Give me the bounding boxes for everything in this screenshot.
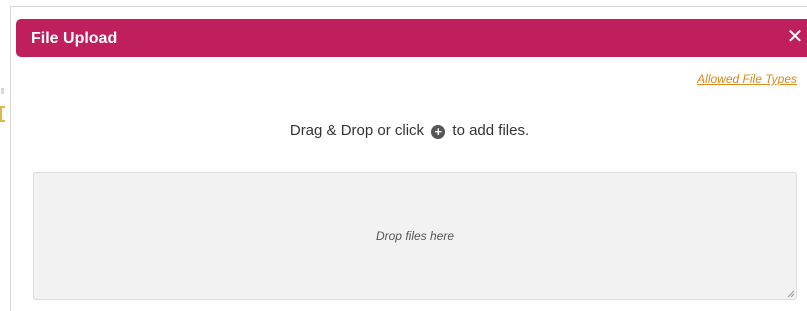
drop-zone-label: Drop files here — [375, 229, 455, 243]
resize-grip-icon[interactable] — [785, 288, 795, 298]
plus-circle-icon[interactable]: + — [431, 125, 446, 139]
background-fragment — [0, 88, 6, 128]
allowed-file-types-link[interactable]: Allowed File Types — [697, 72, 797, 86]
background-mark — [1, 88, 4, 94]
close-icon[interactable]: ✕ — [782, 19, 807, 57]
background-bracket — [0, 106, 5, 122]
dialog-titlebar[interactable]: File Upload ✕ — [16, 19, 807, 57]
page: File Upload ✕ Allowed File Types Drag & … — [0, 0, 807, 311]
file-upload-dialog: File Upload ✕ Allowed File Types Drag & … — [10, 6, 807, 311]
dialog-title: File Upload — [31, 30, 118, 47]
instruction-text-end: to add files. — [452, 122, 530, 139]
instruction-text-start: Drag & Drop or click — [289, 122, 425, 139]
upload-instruction: Drag & Drop or click + to add files. — [11, 122, 807, 139]
drop-zone[interactable]: Drop files here — [33, 172, 797, 300]
